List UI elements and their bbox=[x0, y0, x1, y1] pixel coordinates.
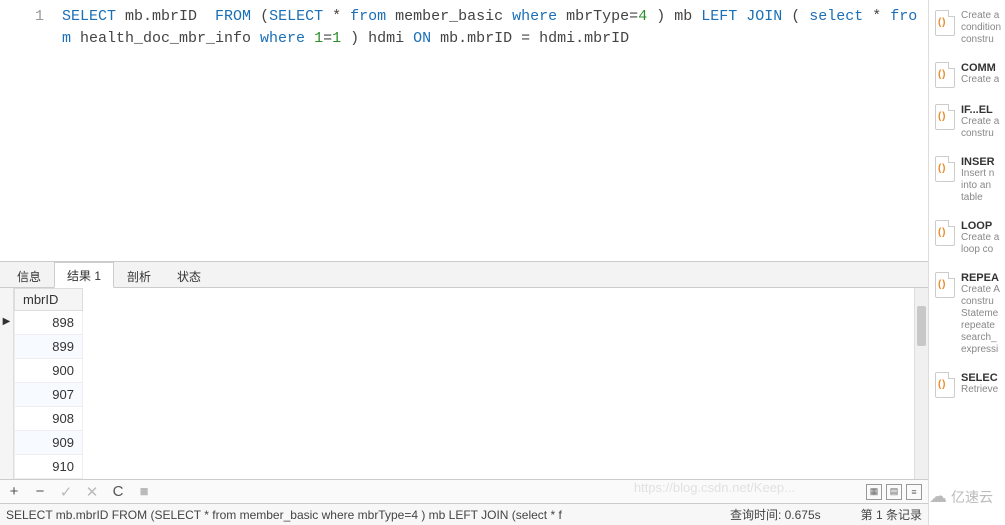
row-indicator bbox=[0, 376, 13, 398]
snippet-icon bbox=[935, 10, 955, 36]
row-indicator: ▶ bbox=[0, 310, 13, 332]
remove-row-button[interactable]: − bbox=[32, 483, 48, 500]
snippet-item[interactable]: Create a condition constru bbox=[929, 4, 1005, 56]
row-indicator bbox=[0, 420, 13, 442]
cell-mbrid[interactable]: 898 bbox=[15, 311, 83, 335]
snippet-item[interactable]: SELECRetrieve bbox=[929, 366, 1005, 408]
snippet-desc: Create a constru bbox=[961, 116, 1001, 140]
cell-mbrid[interactable]: 909 bbox=[15, 431, 83, 455]
table-row[interactable]: 900 bbox=[15, 359, 83, 383]
snippet-desc: Create a bbox=[961, 74, 999, 86]
tab-2[interactable]: 剖析 bbox=[114, 263, 164, 288]
stop-button: ■ bbox=[136, 483, 152, 500]
table-row[interactable]: 899 bbox=[15, 335, 83, 359]
cell-mbrid[interactable]: 907 bbox=[15, 383, 83, 407]
tab-1[interactable]: 结果 1 bbox=[54, 262, 114, 288]
snippet-item[interactable]: INSERInsert n into an table bbox=[929, 150, 1005, 214]
column-header-mbrid[interactable]: mbrID bbox=[15, 289, 83, 311]
main-area: 1 SELECT mb.mbrID FROM (SELECT * from me… bbox=[0, 0, 928, 525]
snippet-item[interactable]: REPEACreate A constru Stateme repeate se… bbox=[929, 266, 1005, 366]
snippet-panel: Create a condition construCOMMCreate aIF… bbox=[928, 0, 1005, 525]
row-indicator-column: ▶ bbox=[0, 288, 14, 479]
table-row[interactable]: 908 bbox=[15, 407, 83, 431]
tab-0[interactable]: 信息 bbox=[4, 263, 54, 288]
result-tabs: 信息结果 1剖析状态 bbox=[0, 262, 928, 288]
cell-mbrid[interactable]: 900 bbox=[15, 359, 83, 383]
grid-view-icon[interactable]: ▦ bbox=[866, 484, 882, 500]
view-mode-icons: ▦ ▤ ≡ bbox=[866, 484, 922, 500]
row-indicator bbox=[0, 398, 13, 420]
snippet-item[interactable]: COMMCreate a bbox=[929, 56, 1005, 98]
snippet-icon bbox=[935, 104, 955, 130]
snippet-item[interactable]: LOOPCreate a loop co bbox=[929, 214, 1005, 266]
table-row[interactable]: 909 bbox=[15, 431, 83, 455]
snippet-icon bbox=[935, 272, 955, 298]
cell-mbrid[interactable]: 899 bbox=[15, 335, 83, 359]
result-table[interactable]: mbrID 898899900907908909910 bbox=[14, 288, 83, 479]
table-row[interactable]: 910 bbox=[15, 455, 83, 479]
snippet-icon bbox=[935, 62, 955, 88]
snippet-desc: Retrieve bbox=[961, 384, 998, 396]
sql-editor[interactable]: 1 SELECT mb.mbrID FROM (SELECT * from me… bbox=[0, 0, 928, 262]
scroll-thumb[interactable] bbox=[917, 306, 926, 346]
snippet-desc: Create A constru Stateme repeate search_… bbox=[961, 284, 1001, 356]
row-indicator bbox=[0, 442, 13, 464]
tab-3[interactable]: 状态 bbox=[164, 263, 214, 288]
cancel-button: ✕ bbox=[84, 483, 100, 501]
cell-mbrid[interactable]: 910 bbox=[15, 455, 83, 479]
refresh-button[interactable]: C bbox=[110, 483, 126, 500]
bottom-toolbar: + − ✓ ✕ C ■ ▦ ▤ ≡ bbox=[0, 479, 928, 503]
snippet-desc: Insert n into an table bbox=[961, 168, 1001, 204]
editor-gutter: 1 bbox=[0, 0, 56, 261]
table-row[interactable]: 907 bbox=[15, 383, 83, 407]
status-record-position: 第 1 条记录 bbox=[861, 506, 922, 523]
add-row-button[interactable]: + bbox=[6, 483, 22, 500]
form-view-icon[interactable]: ▤ bbox=[886, 484, 902, 500]
status-query-time: 查询时间: 0.675s bbox=[730, 506, 821, 523]
sql-code[interactable]: SELECT mb.mbrID FROM (SELECT * from memb… bbox=[56, 0, 928, 261]
status-bar: SELECT mb.mbrID FROM (SELECT * from memb… bbox=[0, 503, 928, 525]
table-row[interactable]: 898 bbox=[15, 311, 83, 335]
line-number: 1 bbox=[0, 6, 44, 28]
row-indicator bbox=[0, 354, 13, 376]
snippet-title: INSER bbox=[961, 156, 1001, 168]
cell-mbrid[interactable]: 908 bbox=[15, 407, 83, 431]
snippet-title: SELEC bbox=[961, 372, 998, 384]
result-grid-wrap: ▶ mbrID 898899900907908909910 bbox=[0, 288, 928, 479]
snippet-title: LOOP bbox=[961, 220, 1001, 232]
snippet-title: COMM bbox=[961, 62, 999, 74]
status-sql-preview: SELECT mb.mbrID FROM (SELECT * from memb… bbox=[6, 508, 562, 522]
row-indicator bbox=[0, 332, 13, 354]
snippet-title: REPEA bbox=[961, 272, 1001, 284]
accept-button: ✓ bbox=[58, 483, 74, 501]
result-scrollbar[interactable] bbox=[914, 288, 928, 479]
snippet-icon bbox=[935, 156, 955, 182]
snippet-icon bbox=[935, 372, 955, 398]
snippet-desc: Create a condition constru bbox=[961, 10, 1001, 46]
snippet-title: IF...EL bbox=[961, 104, 1001, 116]
snippet-desc: Create a loop co bbox=[961, 232, 1001, 256]
snippet-icon bbox=[935, 220, 955, 246]
text-view-icon[interactable]: ≡ bbox=[906, 484, 922, 500]
snippet-item[interactable]: IF...ELCreate a constru bbox=[929, 98, 1005, 150]
